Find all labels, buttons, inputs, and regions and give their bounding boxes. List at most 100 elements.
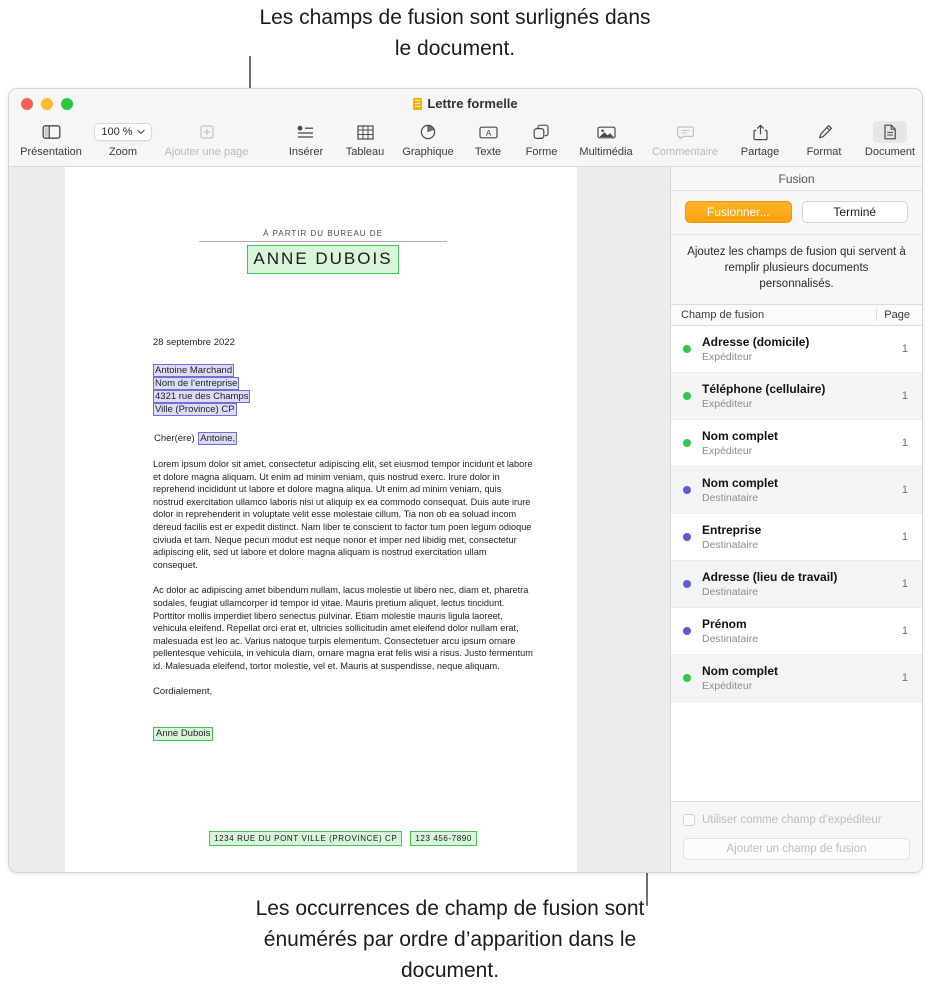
merge-field-signature-highlight[interactable]: Anne Dubois xyxy=(153,726,214,741)
toolbar-insert-button[interactable]: Insérer xyxy=(276,119,336,158)
field-role-dot xyxy=(683,345,691,353)
insert-icon xyxy=(297,121,315,143)
field-role: Destinataire xyxy=(702,491,759,504)
sender-field-checkbox-label: Utiliser comme champ d’expéditeur xyxy=(702,814,882,826)
zoom-popup-button[interactable]: 100 % xyxy=(94,123,152,141)
merge-field-recipient-company[interactable]: Nom de l’entreprise xyxy=(153,377,240,390)
field-text-group: Nom complet Expéditeur xyxy=(702,429,876,458)
merge-field-row[interactable]: Nom complet Expéditeur 1 xyxy=(671,420,922,467)
merge-field-sender-name-highlight[interactable]: ANNE DUBOIS xyxy=(247,245,399,274)
field-name: Téléphone (cellulaire) xyxy=(702,381,826,396)
toolbar-comment-button[interactable]: Commentaire xyxy=(643,119,727,158)
toolbar-table-label: Tableau xyxy=(345,146,385,158)
toolbar-document-button[interactable]: Document xyxy=(855,119,922,158)
toolbar-group-center: Insérer Tableau Graphique A Texte Forme … xyxy=(276,119,727,158)
field-name: Prénom xyxy=(702,616,747,631)
merge-field-sender-address-highlight[interactable]: 1234 RUE DU PONT VILLE (PROVINCE) CP xyxy=(209,831,403,846)
toolbar-table-button[interactable]: Tableau xyxy=(336,119,394,158)
toolbar-text-label: Texte xyxy=(474,146,502,158)
field-page-number: 1 xyxy=(901,578,908,590)
merge-field-recipient-firstname[interactable]: Antoine, xyxy=(198,432,238,445)
field-text-group: Adresse (lieu de travail) Destinataire xyxy=(702,570,876,599)
field-name: Nom complet xyxy=(702,663,779,678)
toolbar-shape-button[interactable]: Forme xyxy=(514,119,569,158)
merge-field-list[interactable]: Adresse (domicile) Expéditeur 1 Téléphone (… xyxy=(671,326,922,801)
merge-sidebar: Fusion Fusionner... Terminé Ajoutez les … xyxy=(670,167,922,872)
sidebar-title: Fusion xyxy=(671,167,922,191)
field-role: Destinataire xyxy=(702,585,759,598)
field-page-number: 1 xyxy=(901,437,908,449)
toolbar-text-button[interactable]: A Texte xyxy=(462,119,514,158)
sender-field-checkbox-row[interactable]: Utiliser comme champ d’expéditeur xyxy=(683,814,910,826)
toolbar-format-button[interactable]: Format xyxy=(793,119,855,158)
letter-date: 28 septembre 2022 xyxy=(153,337,235,348)
toolbar-group-right: Partage Format Document xyxy=(727,119,922,158)
field-text-group: Nom complet Destinataire xyxy=(702,476,876,505)
letterhead: À partir du bureau de ANNE DUBOIS xyxy=(193,229,453,274)
toolbar-presentation-button[interactable]: Présentation xyxy=(15,119,87,158)
text-box-icon: A xyxy=(478,121,498,143)
toolbar-zoom-label: Zoom xyxy=(108,146,138,158)
field-text-group: Prénom Destinataire xyxy=(702,617,876,646)
merge-field-recipient-city[interactable]: Ville (Province) CP xyxy=(153,403,237,416)
sidebar-description: Ajoutez les champs de fusion qui servent… xyxy=(671,234,922,304)
column-header-page: Page xyxy=(876,309,922,321)
field-role: Destinataire xyxy=(702,538,759,551)
toolbar-zoom-control[interactable]: 100 % Zoom xyxy=(87,119,159,158)
chevron-down-icon xyxy=(136,129,145,135)
window-title: Lettre formelle xyxy=(9,96,922,111)
merge-field-row[interactable]: Nom complet Destinataire 1 xyxy=(671,467,922,514)
document-canvas[interactable]: À partir du bureau de ANNE DUBOIS 28 sep… xyxy=(9,167,670,872)
svg-text:A: A xyxy=(485,129,491,138)
field-role: Destinataire xyxy=(702,632,759,645)
merge-field-table-header: Champ de fusion Page xyxy=(671,304,922,326)
merge-field-row[interactable]: Entreprise Destinataire 1 xyxy=(671,514,922,561)
field-role-dot xyxy=(683,392,691,400)
toolbar-share-button[interactable]: Partage xyxy=(727,119,793,158)
toolbar-document-label: Document xyxy=(864,146,916,158)
done-button[interactable]: Terminé xyxy=(801,201,908,223)
field-text-group: Nom complet Expéditeur xyxy=(702,664,876,693)
toolbar-media-button[interactable]: Multimédia xyxy=(569,119,643,158)
field-name: Nom complet xyxy=(702,475,779,490)
letterhead-rule xyxy=(199,241,447,242)
add-merge-field-button[interactable]: Ajouter un champ de fusion xyxy=(683,838,910,860)
merge-field-row[interactable]: Téléphone (cellulaire) Expéditeur 1 xyxy=(671,373,922,420)
toolbar-add-page-button[interactable]: Ajouter une page xyxy=(159,119,254,158)
body-paragraph-2: Ac dolor ac adipiscing amet bibendum nul… xyxy=(153,585,533,671)
zoom-value: 100 % xyxy=(101,126,133,138)
field-name: Adresse (lieu de travail) xyxy=(702,569,838,584)
toolbar-comment-label: Commentaire xyxy=(651,146,719,158)
field-name: Entreprise xyxy=(702,522,762,537)
field-role-dot xyxy=(683,627,691,635)
salutation-line: Cher(ère) Antoine, xyxy=(153,432,533,445)
merge-field-row[interactable]: Adresse (domicile) Expéditeur 1 xyxy=(671,326,922,373)
merge-field-row[interactable]: Adresse (lieu de travail) Destinataire 1 xyxy=(671,561,922,608)
app-window: Lettre formelle Présentation 100 % Zoom xyxy=(8,88,923,873)
merge-field-sender-phone-highlight[interactable]: 123 456-7890 xyxy=(410,831,477,846)
toolbar-format-label: Format xyxy=(806,146,842,158)
body-paragraph-1: Lorem ipsum dolor sit amet, consectetur … xyxy=(153,459,533,570)
toolbar-chart-button[interactable]: Graphique xyxy=(394,119,462,158)
field-role: Expéditeur xyxy=(702,397,753,410)
window-body: À partir du bureau de ANNE DUBOIS 28 sep… xyxy=(9,167,922,872)
merge-button[interactable]: Fusionner... xyxy=(685,201,792,223)
document-page[interactable]: À partir du bureau de ANNE DUBOIS 28 sep… xyxy=(65,167,577,872)
add-page-icon xyxy=(199,121,215,143)
merge-field-row[interactable]: Nom complet Expéditeur 1 xyxy=(671,655,922,702)
field-role-dot xyxy=(683,580,691,588)
field-text-group: Entreprise Destinataire xyxy=(702,523,876,552)
sender-field-checkbox[interactable] xyxy=(683,814,695,826)
toolbar-media-label: Multimédia xyxy=(579,146,633,158)
field-name: Adresse (domicile) xyxy=(702,334,810,349)
letterhead-subtitle: À partir du bureau de xyxy=(263,229,383,238)
merge-field-row[interactable]: Prénom Destinataire 1 xyxy=(671,608,922,655)
field-role: Expéditeur xyxy=(702,444,753,457)
letter-closing: Cordialement, xyxy=(153,685,213,697)
chart-icon xyxy=(420,121,436,143)
shape-icon xyxy=(533,121,550,143)
merge-field-recipient-name[interactable]: Antoine Marchand xyxy=(153,364,235,377)
field-page-number: 1 xyxy=(901,672,908,684)
document-text: 28 septembre 2022 Antoine Marchand Nom d… xyxy=(153,337,533,741)
merge-field-recipient-street[interactable]: 4321 rue des Champs xyxy=(153,390,251,403)
